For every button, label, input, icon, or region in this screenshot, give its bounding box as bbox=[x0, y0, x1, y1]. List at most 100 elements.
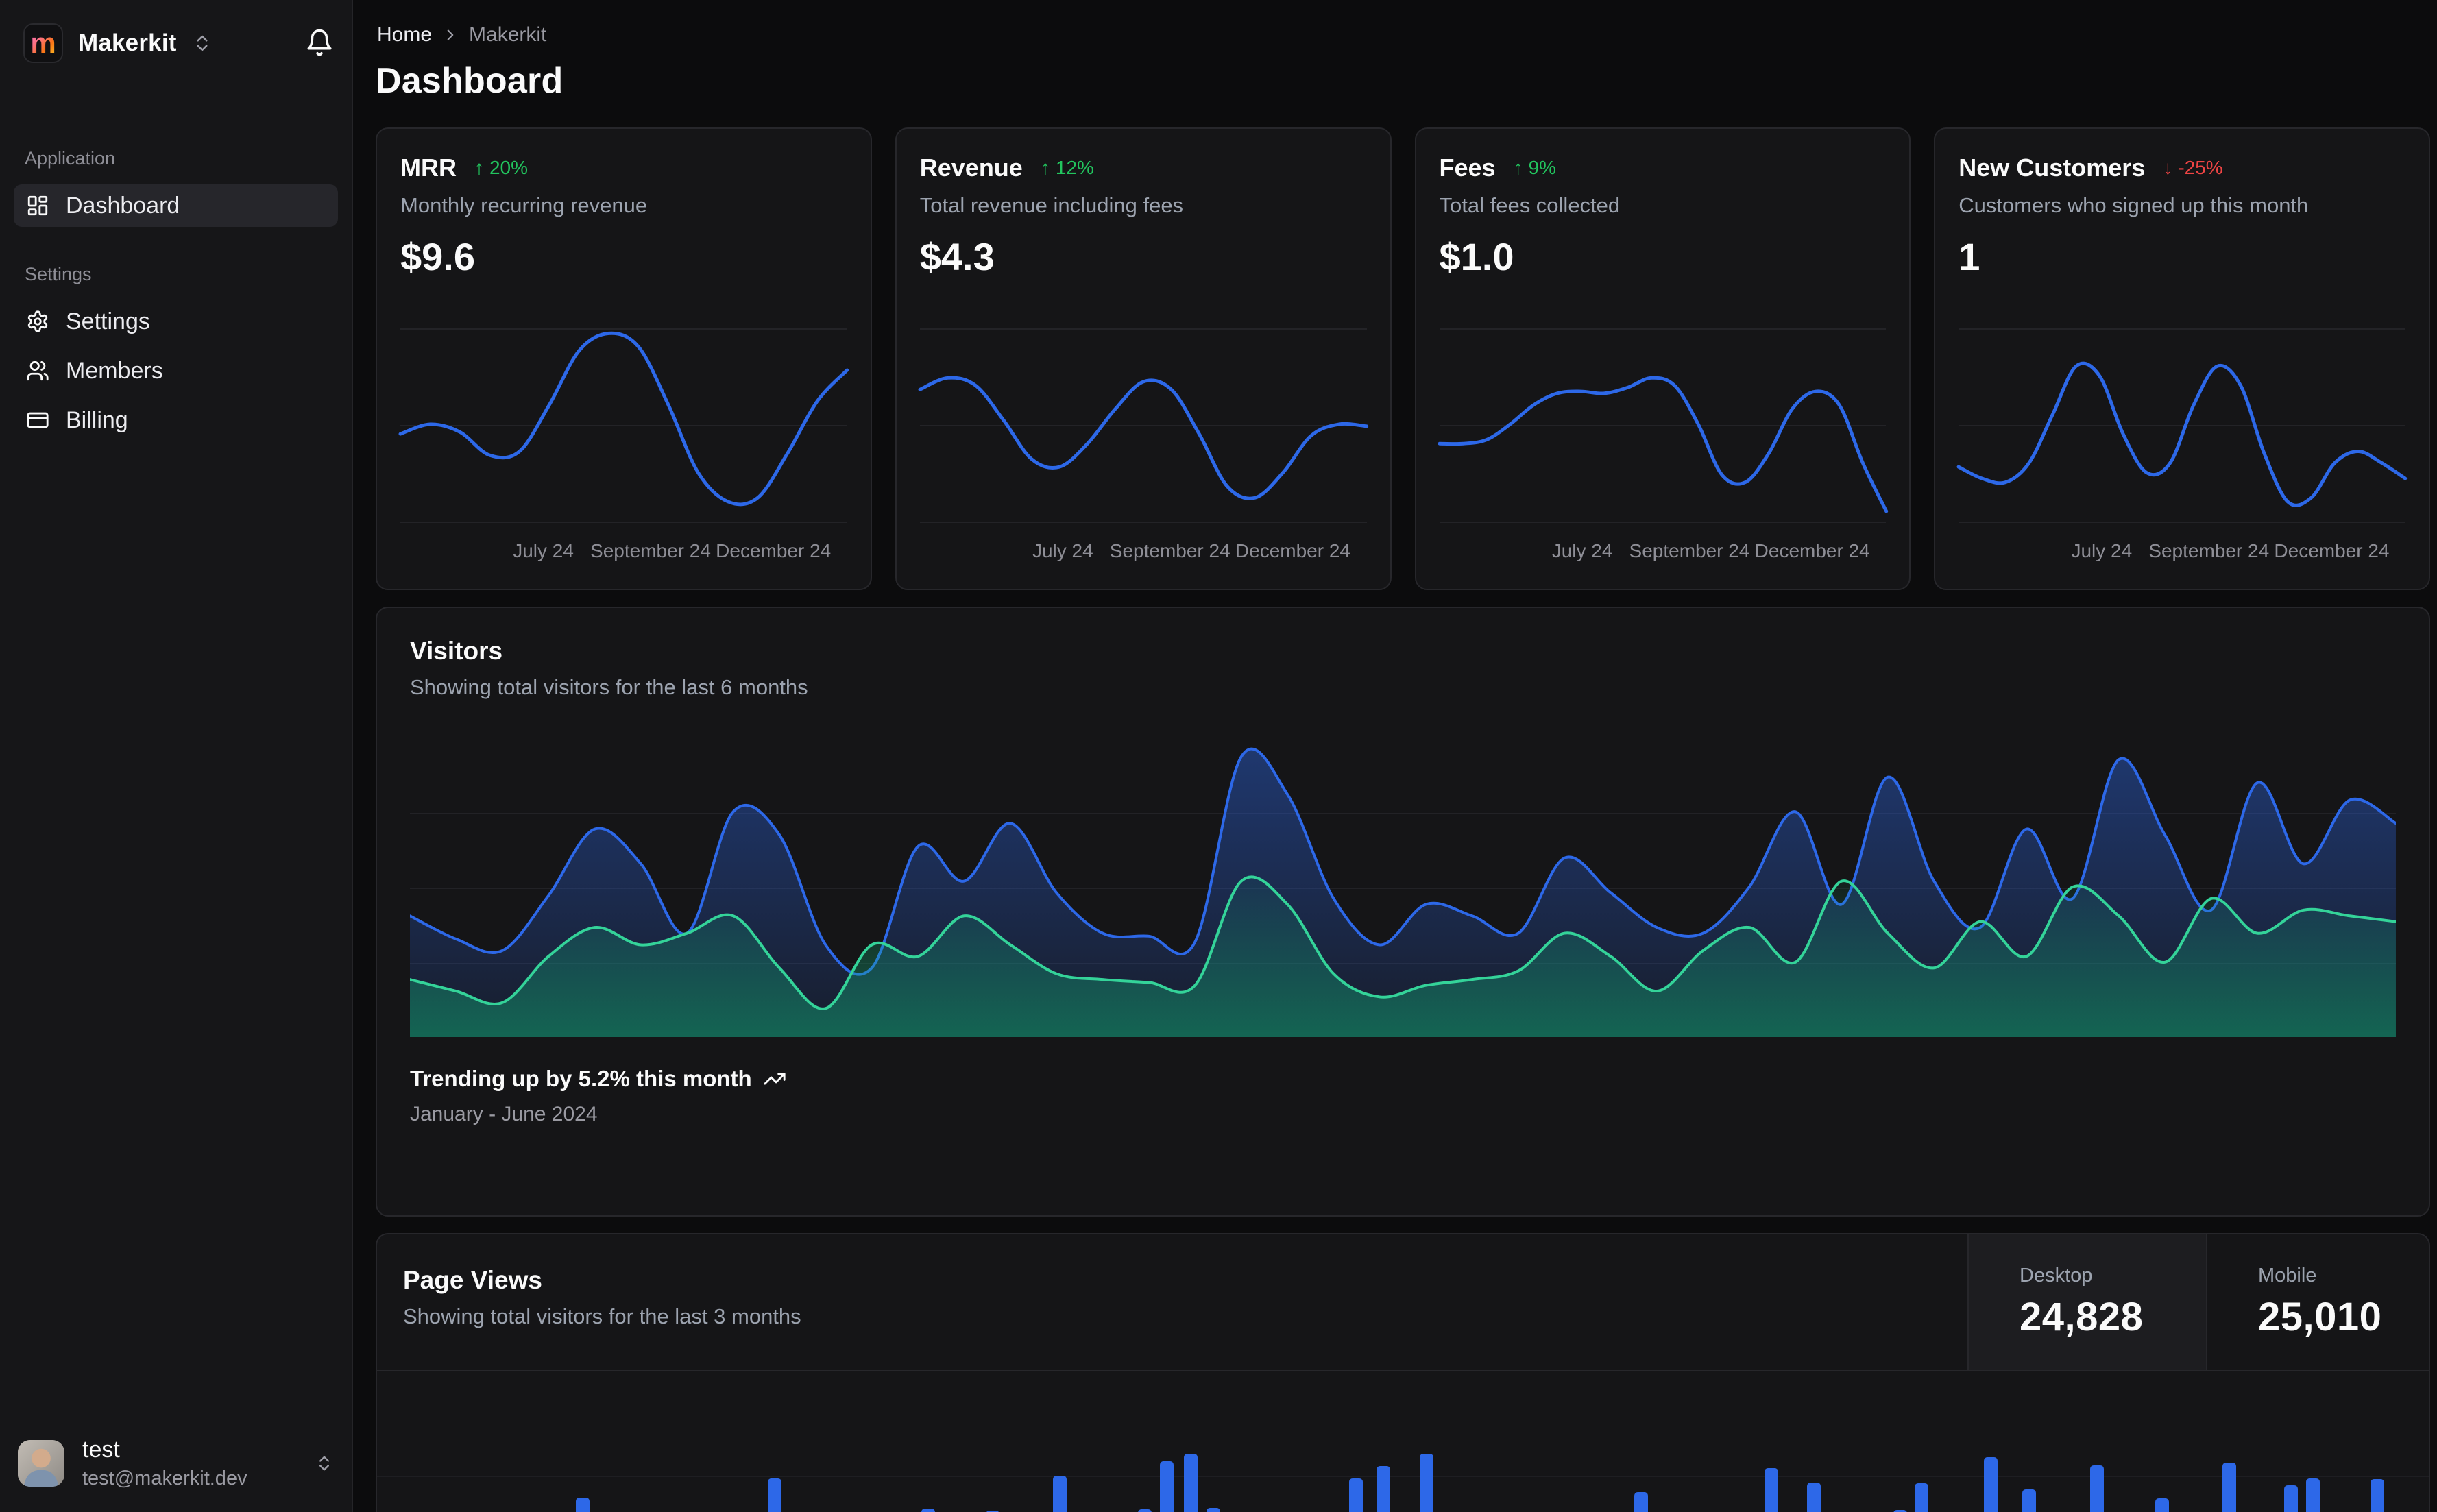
visitors-title: Visitors bbox=[410, 637, 503, 665]
user-avatar bbox=[18, 1440, 64, 1487]
sidebar-item-dashboard[interactable]: Dashboard bbox=[14, 184, 338, 227]
stat-subtitle: Total fees collected bbox=[1439, 193, 1621, 217]
fees-sparkline-chart[interactable] bbox=[1438, 322, 1888, 528]
main-content: Home Makerkit Dashboard MRR ↑ 20% Monthly… bbox=[353, 0, 2437, 1512]
stat-title: Revenue bbox=[919, 154, 1023, 182]
users-icon bbox=[26, 359, 49, 382]
page-views-bar-chart[interactable] bbox=[377, 1371, 2429, 1512]
stat-title: Fees bbox=[1439, 154, 1496, 182]
sidebar: m Makerkit Application Dashboard Setting… bbox=[0, 0, 353, 1512]
bar bbox=[768, 1478, 781, 1512]
trend-badge: ↓ -25% bbox=[2163, 157, 2223, 178]
sidebar-nav: Application Dashboard Settings Settings … bbox=[14, 67, 338, 448]
visitors-subtitle: Showing total visitors for the last 6 mo… bbox=[410, 675, 808, 699]
sidebar-item-settings[interactable]: Settings bbox=[14, 300, 338, 343]
nav-section-application: Application bbox=[25, 148, 116, 169]
trend-badge: ↑ 12% bbox=[1040, 157, 1094, 178]
page-views-card: Page Views Showing total visitors for th… bbox=[376, 1233, 2430, 1512]
user-email: test@makerkit.dev bbox=[82, 1467, 247, 1489]
trend-badge: ↑ 9% bbox=[1513, 157, 1557, 178]
credit-card-icon bbox=[26, 409, 49, 432]
bar bbox=[1984, 1457, 1998, 1512]
workspace-name: Makerkit bbox=[78, 29, 177, 56]
bar bbox=[1765, 1468, 1778, 1512]
visitors-area-chart[interactable] bbox=[410, 738, 2396, 1038]
mobile-label: Mobile bbox=[2258, 1265, 2317, 1287]
bar bbox=[2222, 1463, 2236, 1512]
page-views-desktop-toggle[interactable]: Desktop 24,828 bbox=[1967, 1234, 2206, 1370]
stat-cards-row: MRR ↑ 20% Monthly recurring revenue $9.6 … bbox=[376, 127, 2430, 590]
stat-value: $1.0 bbox=[1439, 235, 1514, 278]
sidebar-item-label: Billing bbox=[66, 406, 128, 433]
bar bbox=[2371, 1479, 2384, 1512]
sidebar-item-members[interactable]: Members bbox=[14, 350, 338, 392]
page-views-mobile-toggle[interactable]: Mobile 25,010 bbox=[2206, 1234, 2429, 1370]
desktop-label: Desktop bbox=[2020, 1265, 2093, 1287]
trend-badge: ↑ 20% bbox=[474, 157, 529, 178]
sidebar-header: m Makerkit bbox=[14, 19, 338, 67]
app-root: m Makerkit Application Dashboard Setting… bbox=[0, 0, 2437, 1512]
stat-title: New Customers bbox=[1959, 154, 2146, 182]
stat-value: $9.6 bbox=[400, 235, 475, 278]
bar bbox=[1207, 1508, 1220, 1512]
trend-up-arrow-icon: ↑ bbox=[1040, 157, 1050, 178]
bar bbox=[2306, 1478, 2320, 1512]
stat-value: 1 bbox=[1959, 235, 1980, 278]
sparkline-x-axis: July 24 September 24 December 24 bbox=[1551, 540, 1870, 561]
bar bbox=[2090, 1465, 2104, 1512]
sidebar-item-label: Dashboard bbox=[66, 192, 180, 219]
trend-up-arrow-icon: ↑ bbox=[474, 157, 484, 178]
visitors-card: Visitors Showing total visitors for the … bbox=[376, 607, 2430, 1217]
trending-up-icon bbox=[764, 1073, 786, 1085]
page-views-title: Page Views bbox=[403, 1266, 542, 1294]
logo-letter: m bbox=[30, 27, 56, 59]
bar bbox=[1807, 1483, 1821, 1512]
bar bbox=[1184, 1454, 1198, 1512]
breadcrumb-home-link[interactable]: Home bbox=[377, 23, 432, 47]
stat-subtitle: Monthly recurring revenue bbox=[400, 193, 648, 217]
bar bbox=[921, 1509, 935, 1512]
stat-card-new-customers: New Customers ↓ -25% Customers who signed… bbox=[1934, 127, 2430, 590]
bar bbox=[1160, 1461, 1174, 1512]
notifications-button[interactable] bbox=[301, 24, 338, 63]
sidebar-item-label: Settings bbox=[66, 308, 150, 334]
nav-section-settings: Settings bbox=[25, 264, 92, 284]
chevron-right-icon bbox=[447, 29, 454, 40]
sidebar-item-label: Members bbox=[66, 357, 163, 384]
mrr-sparkline-chart[interactable] bbox=[398, 322, 849, 528]
sidebar-item-billing[interactable]: Billing bbox=[14, 399, 338, 441]
bar bbox=[2155, 1498, 2169, 1512]
sparkline-x-axis: July 24 September 24 December 24 bbox=[2071, 540, 2390, 561]
trend-down-arrow-icon: ↓ bbox=[2163, 157, 2173, 178]
workspace-selector[interactable]: m Makerkit bbox=[23, 23, 213, 63]
bar bbox=[1053, 1476, 1067, 1512]
chevrons-up-down-icon bbox=[319, 1456, 329, 1471]
desktop-value: 24,828 bbox=[2020, 1295, 2144, 1339]
mobile-value: 25,010 bbox=[2258, 1295, 2382, 1339]
visitors-date-range: January - June 2024 bbox=[410, 1103, 598, 1125]
bar bbox=[2284, 1485, 2298, 1512]
stat-value: $4.3 bbox=[919, 235, 995, 278]
revenue-sparkline-chart[interactable] bbox=[918, 322, 1368, 528]
bar bbox=[1915, 1483, 1928, 1512]
stat-title: MRR bbox=[400, 154, 457, 182]
bar bbox=[1634, 1492, 1648, 1512]
chevrons-up-down-icon bbox=[197, 35, 208, 51]
stat-card-revenue: Revenue ↑ 12% Total revenue including fee… bbox=[895, 127, 1392, 590]
gear-icon bbox=[26, 310, 49, 333]
user-menu[interactable]: test test@makerkit.dev bbox=[14, 1431, 338, 1496]
makerkit-logo: m bbox=[23, 23, 63, 63]
breadcrumb: Home Makerkit bbox=[376, 23, 2430, 47]
sparkline-x-axis: July 24 September 24 December 24 bbox=[513, 540, 832, 561]
page-title: Dashboard bbox=[376, 61, 563, 101]
bar bbox=[1349, 1478, 1363, 1512]
bar bbox=[576, 1498, 590, 1512]
breadcrumb-current: Makerkit bbox=[469, 23, 547, 46]
bell-icon bbox=[307, 29, 332, 56]
new-customers-sparkline-chart[interactable] bbox=[1956, 322, 2408, 528]
layout-dashboard-icon bbox=[26, 194, 49, 217]
bar bbox=[1377, 1466, 1390, 1512]
stat-subtitle: Customers who signed up this month bbox=[1959, 193, 2309, 217]
bar bbox=[1420, 1454, 1433, 1512]
stat-card-mrr: MRR ↑ 20% Monthly recurring revenue $9.6 … bbox=[376, 127, 872, 590]
